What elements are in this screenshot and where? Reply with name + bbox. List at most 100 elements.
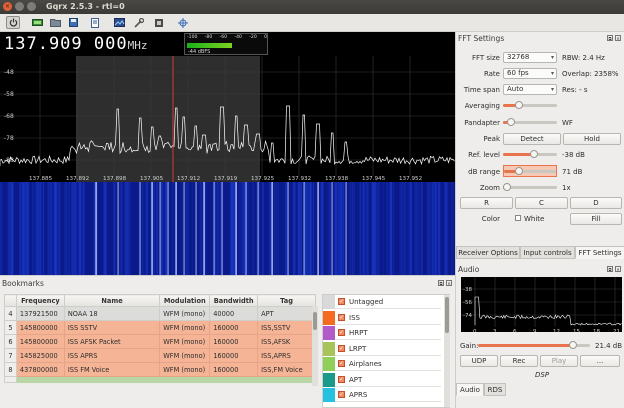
float-icon[interactable]: ⧉ — [607, 35, 613, 41]
open-folder-icon[interactable] — [48, 16, 62, 29]
panel-controls[interactable]: ⧉ ✕ — [607, 35, 621, 41]
tab-audio[interactable]: Audio — [456, 383, 484, 396]
column-header-modulation[interactable]: Modulation — [159, 294, 211, 307]
table-cell[interactable]: ISS APRS — [63, 348, 161, 363]
ref-level-slider[interactable] — [503, 149, 557, 160]
audio-fft-plot[interactable]: -38 -56 -74 0 3 6 9 12 15 18 21 — [461, 277, 622, 332]
crosshair-icon[interactable] — [176, 16, 190, 29]
table-cell[interactable]: WFM (mono) — [159, 334, 211, 349]
close-icon[interactable]: ✕ — [615, 266, 621, 272]
row-number[interactable]: 8 — [4, 362, 17, 377]
tag-item[interactable]: ✓ Untagged — [323, 295, 441, 309]
frequency-value[interactable]: 137.909 000 — [4, 34, 128, 54]
tag-checkbox[interactable]: ✓ — [338, 344, 345, 352]
table-cell[interactable]: ISS SSTV — [63, 320, 161, 335]
column-header-name[interactable]: Name — [63, 294, 161, 307]
audio-options-button[interactable]: ... — [580, 355, 620, 367]
table-cell[interactable]: ISS,APRS — [257, 348, 316, 363]
tab-rds[interactable]: RDS — [484, 383, 506, 396]
tag-checkbox[interactable]: ✓ — [338, 360, 345, 367]
fft-plot[interactable]: -48-58-68-78-88137.885 137.892 137.898 137.… — [0, 56, 455, 182]
tab-input-controls[interactable]: Input controls — [520, 246, 575, 259]
fft-size-select[interactable]: 32768 — [503, 52, 557, 63]
float-icon[interactable]: ⧉ — [607, 266, 613, 272]
row-number[interactable]: 4 — [4, 306, 17, 321]
table-cell[interactable]: 160000 — [209, 334, 259, 349]
table-cell[interactable]: WFM (mono) — [159, 362, 211, 377]
table-cell[interactable]: ISS,FM Voice — [257, 362, 316, 377]
table-cell[interactable]: APT — [257, 306, 316, 321]
frequency-display[interactable]: 137.909 000MHz — [4, 34, 184, 54]
panel-controls[interactable]: ⧉ ✕ — [607, 266, 621, 272]
tag-item[interactable]: ✓ LRPT — [323, 341, 441, 356]
tools-icon[interactable] — [132, 16, 146, 29]
table-row[interactable]: 5 145800000 ISS SSTV WFM (mono) 160000 ISS,SS… — [4, 320, 316, 335]
white-checkbox[interactable] — [515, 215, 521, 221]
tag-checkbox[interactable]: ✓ — [338, 391, 345, 398]
close-icon[interactable]: ✕ — [615, 35, 621, 41]
averaging-slider[interactable] — [503, 100, 557, 111]
panel-controls[interactable]: ⧉ ✕ — [438, 280, 452, 286]
table-cell[interactable]: WFM (mono) — [159, 348, 211, 363]
table-row[interactable]: 7 145825000 ISS APRS WFM (mono) 160000 ISS,AP… — [4, 348, 316, 363]
table-cell[interactable]: 40000 — [209, 306, 259, 321]
close-icon[interactable]: ✕ — [446, 280, 452, 286]
gain-slider[interactable] — [478, 340, 590, 351]
slider-knob[interactable] — [515, 167, 524, 175]
tag-checkbox[interactable]: ✓ — [338, 313, 345, 321]
time-span-select[interactable]: Auto — [503, 84, 557, 95]
table-cell[interactable]: 137921500 — [15, 306, 65, 321]
table-cell[interactable]: NOAA 18 — [63, 306, 161, 321]
slider-knob[interactable] — [530, 150, 539, 158]
tag-checkbox[interactable]: ✓ — [338, 375, 345, 383]
pandapter-slider[interactable] — [503, 117, 557, 128]
table-cell[interactable]: 145825000 — [15, 348, 65, 363]
play-button[interactable]: Play — [540, 355, 578, 367]
close-window-button[interactable]: ✕ — [3, 2, 12, 11]
tag-item[interactable]: ✓ HRPT — [323, 326, 441, 340]
slider-knob[interactable] — [503, 183, 511, 191]
power-icon[interactable] — [6, 16, 20, 29]
table-cell[interactable]: 160000 — [209, 320, 259, 335]
tag-item[interactable]: ✓ ISS — [323, 310, 441, 325]
table-cell[interactable]: 145800000 — [15, 320, 65, 335]
row-number[interactable]: 6 — [4, 334, 17, 349]
waterfall-display[interactable] — [0, 182, 455, 275]
table-cell[interactable]: ISS,AFSK — [257, 334, 316, 349]
rec-button[interactable]: Rec — [500, 355, 538, 367]
peak-hold-button[interactable]: Hold — [563, 133, 621, 145]
tag-checkbox[interactable]: ✓ — [338, 298, 345, 305]
table-cell[interactable]: 437800000 — [15, 362, 65, 377]
table-cell[interactable]: ISS,SSTV — [257, 320, 316, 335]
tag-item[interactable]: ✓ APT — [323, 372, 441, 387]
save-icon[interactable] — [66, 16, 80, 29]
table-cell[interactable]: WFM (mono) — [159, 320, 211, 335]
tab-fft-settings[interactable]: FFT Settings — [575, 246, 624, 259]
tab-receiver-options[interactable]: Receiver Options — [456, 246, 520, 259]
image-icon[interactable] — [112, 16, 126, 29]
row-number[interactable]: 7 — [4, 348, 17, 363]
rate-select[interactable]: 60 fps — [503, 68, 557, 79]
tag-checkbox[interactable]: ✓ — [338, 329, 345, 336]
table-row[interactable]: 6 145800000 ISS AFSK Packet WFM (mono) 16000… — [4, 334, 316, 349]
fill-button[interactable]: Fill — [570, 213, 622, 225]
device-icon[interactable] — [30, 16, 44, 29]
column-header-tag[interactable]: Tag — [257, 294, 316, 307]
table-cell[interactable]: 160000 — [209, 348, 259, 363]
channel-c-button[interactable]: C — [515, 197, 568, 209]
slider-knob[interactable] — [569, 341, 578, 349]
bookmarks-scrollbar[interactable] — [312, 306, 318, 386]
maximize-window-button[interactable] — [27, 2, 36, 11]
document-icon[interactable] — [88, 16, 102, 29]
settings-icon[interactable] — [152, 16, 166, 29]
table-cell[interactable]: WFM (mono) — [159, 306, 211, 321]
table-cell[interactable]: ISS AFSK Packet — [63, 334, 161, 349]
table-cell[interactable]: 145800000 — [15, 334, 65, 349]
table-cell[interactable]: ISS FM Voice — [63, 362, 161, 377]
table-cell[interactable]: 160000 — [209, 362, 259, 377]
udp-button[interactable]: UDP — [460, 355, 498, 367]
minimize-window-button[interactable] — [15, 2, 24, 11]
float-icon[interactable]: ⧉ — [438, 280, 444, 286]
channel-r-button[interactable]: R — [460, 197, 513, 209]
tag-item[interactable]: ✓ APRS — [323, 388, 441, 402]
